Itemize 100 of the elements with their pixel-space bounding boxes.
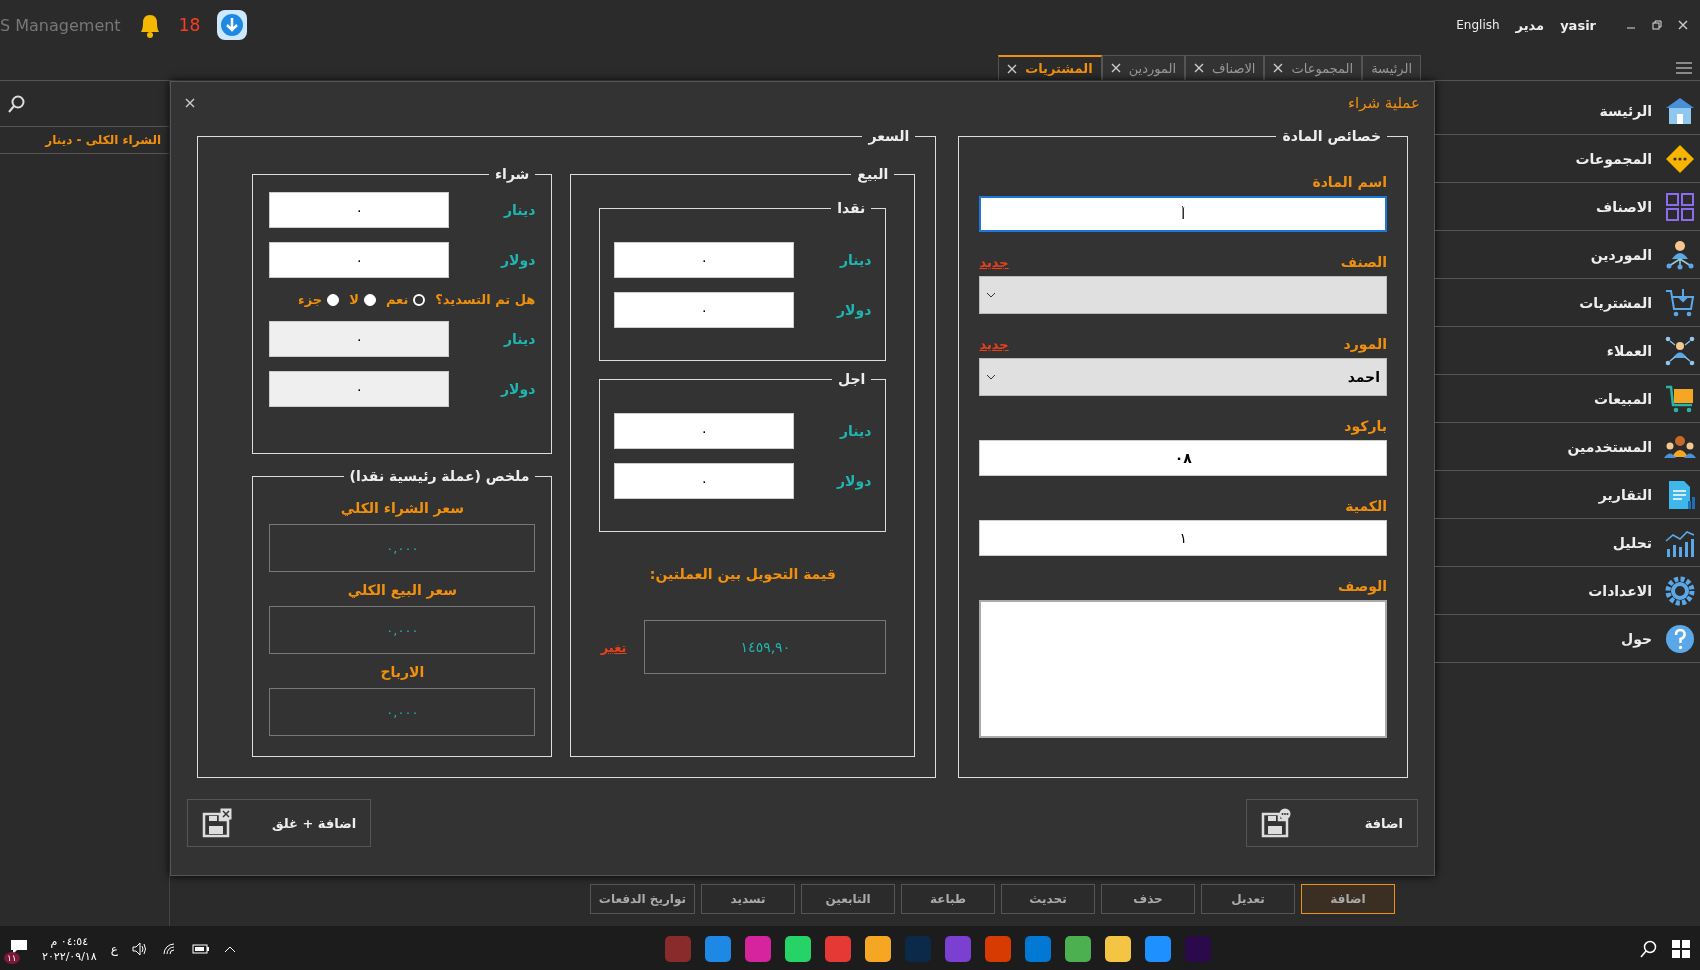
sidebar-item[interactable]: العملاء bbox=[1435, 327, 1700, 375]
tab-close-icon[interactable] bbox=[1110, 63, 1121, 73]
toolbar-button[interactable]: حذف bbox=[1101, 884, 1195, 914]
toolbar-button[interactable]: تواريخ الدفعات bbox=[589, 884, 695, 914]
text-field[interactable]: ٠٨ bbox=[979, 440, 1387, 476]
currency-label: دينار bbox=[839, 252, 872, 268]
chevron-icon bbox=[986, 292, 997, 298]
radio-button[interactable] bbox=[363, 293, 376, 306]
sidebar-item[interactable]: الموردين bbox=[1435, 231, 1700, 279]
sidebar-item[interactable]: الاصناف bbox=[1435, 183, 1700, 231]
menu-icon[interactable] bbox=[1676, 62, 1692, 74]
input-language[interactable]: ع bbox=[110, 941, 118, 956]
language-label[interactable]: English bbox=[1456, 18, 1500, 32]
radio-button[interactable] bbox=[413, 293, 426, 306]
user-role: مدير bbox=[1515, 17, 1545, 33]
categories-icon bbox=[1664, 190, 1696, 223]
column-header: الشراء الكلى - دينار bbox=[0, 126, 169, 154]
tab-close-icon[interactable] bbox=[1194, 63, 1205, 73]
toolbar-button[interactable]: تحديث bbox=[1001, 884, 1095, 914]
amount-field[interactable]: ٠ bbox=[614, 413, 795, 449]
toolbar-button[interactable]: تسديد bbox=[701, 884, 795, 914]
summary-label: الارباح bbox=[379, 664, 426, 680]
user-name: yasir bbox=[1560, 17, 1596, 33]
currency-label: دينار bbox=[503, 331, 536, 347]
tab[interactable]: الرئيسة bbox=[1362, 55, 1421, 80]
radio-option[interactable]: جزء bbox=[298, 292, 340, 307]
sidebar-item[interactable]: المجموعات bbox=[1435, 135, 1700, 183]
groups-icon bbox=[1664, 142, 1696, 175]
restore-icon[interactable] bbox=[1652, 20, 1662, 30]
toolbar-button[interactable]: تعديل bbox=[1201, 884, 1295, 914]
app-icon[interactable] bbox=[1064, 935, 1091, 962]
sidebar-item[interactable]: المشتريات bbox=[1435, 279, 1700, 327]
toolbar-button[interactable]: التابعين bbox=[801, 884, 895, 914]
app-icon[interactable] bbox=[1104, 935, 1131, 962]
field-label: باركود bbox=[1344, 418, 1387, 434]
notification-icon[interactable] bbox=[10, 939, 28, 955]
toolbar-button[interactable]: اضافة bbox=[1301, 884, 1395, 914]
currency-label: دولار bbox=[837, 302, 872, 318]
rate-label: قيمة التحويل بين العملتين: bbox=[648, 566, 837, 582]
sidebar-item[interactable]: المبيعات bbox=[1435, 375, 1700, 423]
field-label: الوصف bbox=[1337, 578, 1387, 594]
customers-icon bbox=[1664, 334, 1696, 367]
tab[interactable]: الموردين bbox=[1101, 55, 1186, 80]
close-icon[interactable] bbox=[1678, 20, 1688, 30]
app-icon[interactable] bbox=[704, 935, 731, 962]
group-title: شراء bbox=[493, 166, 531, 182]
close-icon[interactable] bbox=[185, 98, 195, 108]
amount-field[interactable]: ٠ bbox=[614, 292, 795, 328]
app-icon[interactable] bbox=[864, 935, 891, 962]
add-close-button[interactable]: اضافة + غلق bbox=[187, 799, 372, 847]
clock-date[interactable]: ٢٠٢٢/٠٩/١٨ bbox=[42, 948, 97, 964]
summary-value: ٠,٠٠٠ bbox=[269, 524, 536, 572]
currency-label: دولار bbox=[501, 252, 536, 268]
toolbar-button[interactable]: طباعة bbox=[901, 884, 995, 914]
chevron-icon[interactable] bbox=[223, 944, 236, 953]
battery-icon[interactable] bbox=[191, 942, 210, 955]
sidebar-item[interactable]: تحليل bbox=[1435, 519, 1700, 567]
radio-option[interactable]: لا bbox=[349, 292, 376, 307]
app-title: S Management bbox=[0, 15, 121, 35]
dialog-title: عملية شراء bbox=[1348, 94, 1420, 112]
clock-time[interactable]: ٠٤:٥٤ م bbox=[50, 933, 89, 949]
amount-field[interactable]: ٠ bbox=[614, 463, 795, 499]
radio-option[interactable]: نعم bbox=[385, 292, 426, 307]
volume-icon[interactable] bbox=[131, 941, 148, 956]
search-icon[interactable] bbox=[1640, 939, 1658, 958]
summary-label: سعر البيع الكلي bbox=[346, 582, 458, 598]
sidebar-item[interactable]: المستخدمين bbox=[1435, 423, 1700, 471]
sidebar-item[interactable]: الاعدادات bbox=[1435, 567, 1700, 615]
download-icon[interactable] bbox=[216, 9, 249, 41]
save-icon bbox=[202, 808, 232, 838]
tab[interactable]: الاصناف bbox=[1185, 55, 1265, 80]
tab-close-icon[interactable] bbox=[1273, 63, 1284, 73]
currency-label: دينار bbox=[839, 423, 872, 439]
amount-field[interactable]: ٠ bbox=[614, 242, 795, 278]
amount-field[interactable]: ٠ bbox=[269, 192, 450, 228]
sidebar-item[interactable]: الرئيسة bbox=[1435, 87, 1700, 135]
text-field[interactable]: ١ bbox=[979, 520, 1387, 556]
app-icon[interactable] bbox=[1144, 935, 1171, 962]
field-label: الكمية bbox=[1345, 498, 1387, 514]
group-title: ملخص (عملة رئيسية نقدا) bbox=[348, 468, 531, 484]
currency-label: دينار bbox=[503, 202, 536, 218]
about-icon bbox=[1664, 622, 1696, 655]
dropdown[interactable]: احمد bbox=[979, 358, 1387, 396]
tab[interactable]: المجموعات bbox=[1264, 55, 1363, 80]
field-label: اسم المادة bbox=[1312, 174, 1387, 190]
group-title: خصائص المادة bbox=[1281, 128, 1382, 144]
search-icon[interactable] bbox=[8, 95, 26, 113]
add-button[interactable]: اضافة bbox=[1246, 799, 1418, 847]
summary-value: ٠,٠٠٠ bbox=[269, 606, 536, 654]
summary-value: ٠,٠٠٠ bbox=[269, 688, 536, 736]
tab[interactable]: المشتريات bbox=[998, 55, 1102, 80]
sidebar-item[interactable]: حول bbox=[1435, 615, 1700, 663]
windows-icon[interactable] bbox=[1672, 939, 1690, 958]
app-icon[interactable] bbox=[784, 935, 811, 962]
radio-button[interactable] bbox=[327, 293, 340, 306]
sidebar-item[interactable]: التقارير bbox=[1435, 471, 1700, 519]
currency-label: دولار bbox=[837, 473, 872, 489]
tab-close-icon[interactable] bbox=[1007, 63, 1018, 74]
amount-field[interactable]: ٠ bbox=[269, 242, 450, 278]
group-title: اجل bbox=[837, 371, 867, 387]
